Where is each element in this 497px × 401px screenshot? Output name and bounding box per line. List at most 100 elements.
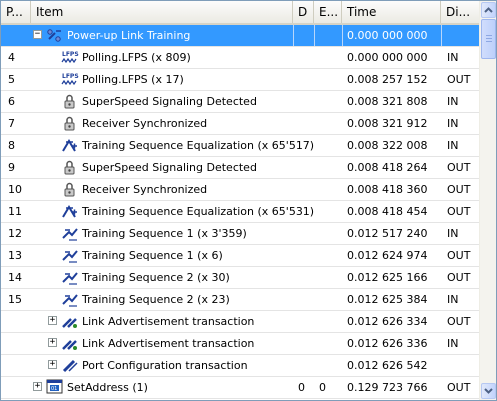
e-value <box>319 113 339 134</box>
expand-toggle[interactable]: + <box>33 382 42 391</box>
signal-detect-icon <box>61 159 79 176</box>
training-sequence-icon <box>61 291 79 308</box>
direction-value: OUT <box>447 381 471 394</box>
time-value: 0.012 626 542 <box>347 359 428 372</box>
column-header-d[interactable]: D <box>293 1 314 23</box>
equalization-icon <box>61 137 79 154</box>
direction-value: OUT <box>447 271 471 284</box>
link-training-icon <box>46 27 64 44</box>
d-value <box>298 201 312 222</box>
direction-value: IN <box>447 337 459 350</box>
signal-detect-icon <box>61 93 79 110</box>
time-value: 0.012 626 336 <box>347 337 428 350</box>
time-value: 0.008 321 912 <box>347 117 428 130</box>
d-value <box>298 179 312 200</box>
direction-value: IN <box>447 293 459 306</box>
time-value: 0.008 257 152 <box>347 73 428 86</box>
e-value <box>319 47 339 68</box>
packet-list-window: P... Item D E... Time Di... − Power-up Li… <box>0 0 497 401</box>
packet-number: 13 <box>8 249 22 262</box>
e-value <box>319 25 339 46</box>
e-value <box>319 289 339 310</box>
packet-number: 14 <box>8 271 22 284</box>
packet-row[interactable]: 5 LFPS Polling.LFPS (x 17) 0.008 257 152 OUT <box>1 69 479 91</box>
d-value <box>298 245 312 266</box>
item-label: Polling.LFPS (x 809) <box>82 51 191 64</box>
packet-row[interactable]: 10 Receiver Synchronized 0.008 418 360 OUT <box>1 179 479 201</box>
time-value: 0.008 418 454 <box>347 205 428 218</box>
scroll-down-button[interactable] <box>481 383 496 399</box>
packet-row[interactable]: 8 Training Sequence Equalization (x 65'51… <box>1 135 479 157</box>
packet-row[interactable]: 6 SuperSpeed Signaling Detected 0.008 321 … <box>1 91 479 113</box>
item-label: SuperSpeed Signaling Detected <box>82 161 257 174</box>
e-value <box>319 333 339 354</box>
e-value <box>319 355 339 376</box>
packet-row[interactable]: − Power-up Link Training 0.000 000 000 <box>1 25 479 47</box>
column-header-time[interactable]: Time <box>342 1 441 23</box>
column-header-direction[interactable]: Di... <box>441 1 479 23</box>
packet-row[interactable]: 9 SuperSpeed Signaling Detected 0.008 418 … <box>1 157 479 179</box>
scroll-up-button[interactable] <box>481 2 496 18</box>
vertical-scrollbar[interactable] <box>479 1 496 400</box>
column-header-item[interactable]: Item <box>31 1 293 23</box>
packet-row[interactable]: + Link Advertisement transaction 0.012 626… <box>1 311 479 333</box>
arrow-down-icon <box>484 388 493 394</box>
packet-row[interactable]: + Link Advertisement transaction 0.012 626… <box>1 333 479 355</box>
e-value <box>319 69 339 90</box>
item-label: Training Sequence Equalization (x 65'531… <box>82 205 315 218</box>
packet-row[interactable]: 12 Training Sequence 1 (x 3'359) 0.012 517… <box>1 223 479 245</box>
e-value <box>319 245 339 266</box>
equalization-icon <box>61 203 79 220</box>
direction-value: OUT <box>447 161 471 174</box>
packet-row[interactable]: 4 LFPS Polling.LFPS (x 809) 0.000 000 000 IN <box>1 47 479 69</box>
packet-row[interactable]: 13 Training Sequence 1 (x 6) 0.012 624 974… <box>1 245 479 267</box>
direction-value: IN <box>447 95 459 108</box>
packet-number <box>8 377 30 398</box>
item-label: SuperSpeed Signaling Detected <box>82 95 257 108</box>
time-value: 0.012 626 334 <box>347 315 428 328</box>
e-value <box>319 311 339 332</box>
item-label: Polling.LFPS (x 17) <box>82 73 184 86</box>
d-value <box>298 91 312 112</box>
item-label: SetAddress (1) <box>67 381 148 394</box>
signal-detect-icon <box>61 181 79 198</box>
packet-row[interactable]: 11 Training Sequence Equalization (x 65'5… <box>1 201 479 223</box>
expand-toggle[interactable]: + <box>48 316 57 325</box>
direction-value <box>447 355 479 376</box>
packet-row[interactable]: +01 SetAddress (1) 0 0 0.129 723 766 OUT <box>1 377 479 399</box>
expand-toggle[interactable]: + <box>48 360 57 369</box>
e-value <box>319 267 339 288</box>
column-header-bar: P... Item D E... Time Di... <box>1 1 479 25</box>
packet-number: 7 <box>8 117 15 130</box>
packet-rows: − Power-up Link Training 0.000 000 000 4 LFP… <box>1 25 479 399</box>
packet-row[interactable]: 7 Receiver Synchronized 0.008 321 912 IN <box>1 113 479 135</box>
time-value: 0.012 625 384 <box>347 293 428 306</box>
e-value <box>319 179 339 200</box>
e-value <box>319 135 339 156</box>
packet-number: 12 <box>8 227 22 240</box>
training-sequence-icon <box>61 269 79 286</box>
column-header-packet[interactable]: P... <box>1 1 31 23</box>
direction-value <box>447 25 479 46</box>
direction-value: OUT <box>447 315 471 328</box>
packet-number: 11 <box>8 205 22 218</box>
collapse-toggle[interactable]: − <box>33 30 42 39</box>
port-config-icon <box>61 357 79 374</box>
d-value <box>298 267 312 288</box>
packet-row[interactable]: 14 Training Sequence 2 (x 30) 0.012 625 16… <box>1 267 479 289</box>
expand-toggle[interactable]: + <box>48 338 57 347</box>
packet-row[interactable]: 15 Training Sequence 2 (x 23) 0.012 625 38… <box>1 289 479 311</box>
column-header-e[interactable]: E... <box>314 1 342 23</box>
d-value <box>298 157 312 178</box>
scroll-thumb[interactable] <box>481 19 496 59</box>
e-value <box>319 223 339 244</box>
direction-value: IN <box>447 227 459 240</box>
direction-value: OUT <box>447 249 471 262</box>
packet-number: 5 <box>8 73 15 86</box>
packet-number: 6 <box>8 95 15 108</box>
transaction-icon <box>61 313 79 330</box>
e-value <box>319 91 339 112</box>
lfps-icon: LFPS <box>61 71 79 88</box>
e-value <box>319 201 339 222</box>
packet-row[interactable]: + Port Configuration transaction 0.012 626… <box>1 355 479 377</box>
